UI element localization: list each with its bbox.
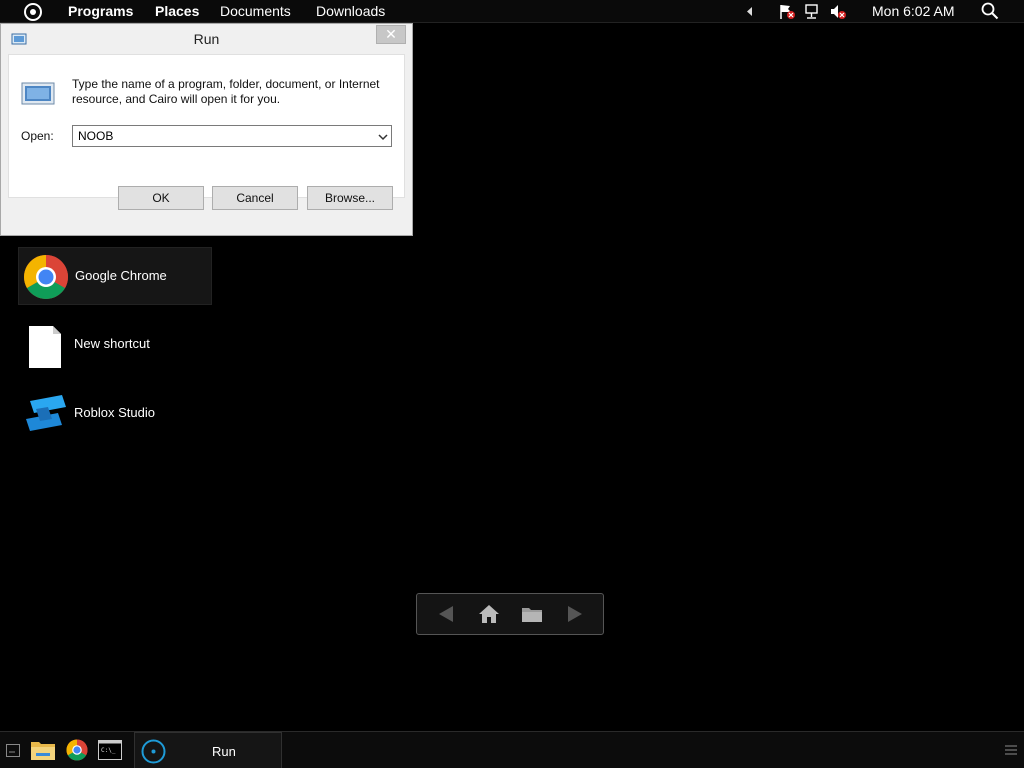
desktop-icon[interactable] [6,744,20,757]
roblox-studio-icon [26,395,66,431]
taskbar-item-run[interactable]: Run [134,732,282,768]
run-program-icon [21,82,55,105]
desktop-icon-label: Google Chrome [75,268,167,283]
hamburger-menu-icon[interactable] [1004,744,1018,756]
forward-arrow-icon[interactable] [562,603,586,625]
folder-icon[interactable] [520,603,544,625]
open-label: Open: [21,129,54,143]
cairo-menu-icon[interactable] [23,2,43,22]
dialog-title: Run [193,31,220,47]
desktop-icon-new-shortcut[interactable]: New shortcut [18,316,212,374]
run-titlebar[interactable]: Run ✕ [1,24,412,54]
desktop-icon-roblox-studio[interactable]: Roblox Studio [18,385,212,443]
clock[interactable]: Mon 6:02 AM [872,3,955,19]
desktop-icon-google-chrome[interactable]: Google Chrome [18,247,212,305]
search-icon[interactable] [981,2,999,20]
run-dialog: Run ✕ Type the name of a program, folder… [0,23,413,236]
close-button[interactable]: ✕ [376,25,406,44]
desktop-navigation-bar [416,593,604,635]
command-prompt-icon[interactable]: C:\_ [98,740,122,760]
cairo-run-icon [141,739,166,764]
tray-expand-icon[interactable] [745,3,755,20]
desktop-icon-label: New shortcut [74,336,150,351]
run-content: Type the name of a program, folder, docu… [8,54,405,198]
menu-places[interactable]: Places [155,3,199,19]
open-combobox[interactable] [72,125,392,147]
file-explorer-icon[interactable] [30,738,56,762]
menu-bar: Programs Places Documents Downloads Mon … [0,0,1024,23]
menu-programs[interactable]: Programs [68,3,133,19]
desktop-icon-label: Roblox Studio [74,405,155,420]
back-arrow-icon[interactable] [435,603,459,625]
browse-button[interactable]: Browse... [307,186,393,210]
taskbar-item-label: Run [212,744,236,759]
action-center-flag-icon[interactable] [778,3,796,20]
chrome-icon [24,255,68,299]
network-icon[interactable] [803,3,821,20]
volume-muted-icon[interactable] [829,3,847,20]
chrome-icon[interactable] [66,739,88,761]
cancel-button[interactable]: Cancel [212,186,298,210]
chevron-down-icon[interactable] [377,131,389,143]
taskbar: C:\_ Run [0,731,1024,768]
ok-button[interactable]: OK [118,186,204,210]
menu-documents[interactable]: Documents [220,3,291,19]
run-description: Type the name of a program, folder, docu… [72,77,380,106]
menu-downloads[interactable]: Downloads [316,3,385,19]
blank-file-icon [29,326,61,368]
home-icon[interactable] [477,603,501,625]
open-input[interactable] [78,128,368,144]
svg-text:C:\_: C:\_ [101,747,116,754]
